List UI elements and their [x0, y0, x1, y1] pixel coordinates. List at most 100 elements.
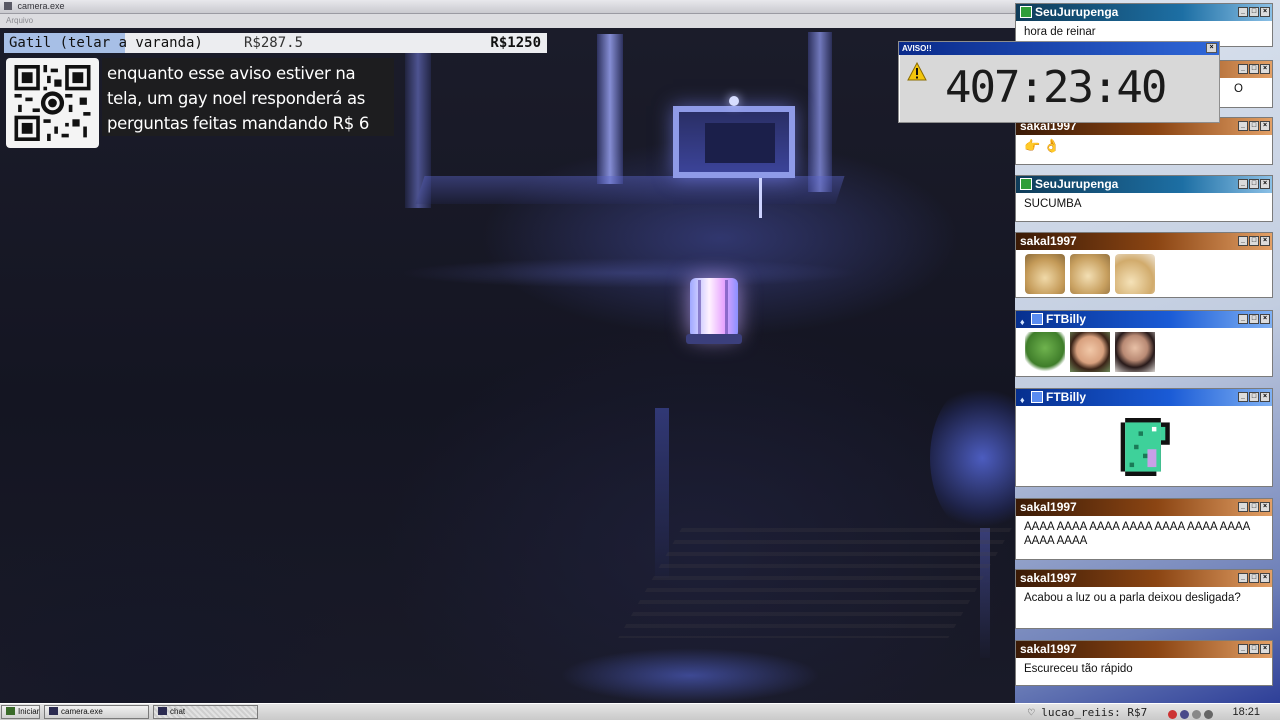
chat-titlebar[interactable]: sakal1997 _ □ ×	[1016, 233, 1272, 250]
stream-title: Gatil (telar a varanda)	[9, 35, 203, 51]
maximize-icon[interactable]: □	[1249, 314, 1259, 324]
maximize-icon[interactable]: □	[1249, 179, 1259, 189]
minimize-icon[interactable]: _	[1238, 64, 1248, 74]
maximize-icon[interactable]: □	[1249, 392, 1259, 402]
maximize-icon[interactable]: □	[1249, 502, 1259, 512]
task-chat[interactable]: chat	[153, 705, 258, 719]
volume-icon[interactable]	[1192, 710, 1201, 719]
start-button[interactable]: Iniciar	[1, 705, 40, 719]
shield-icon[interactable]	[1168, 710, 1177, 719]
chat-titlebar[interactable]: SeuJurupenga _ □ ×	[1016, 176, 1272, 193]
maximize-icon[interactable]: □	[1249, 121, 1259, 131]
feed-floor-planks	[618, 528, 1012, 638]
aviso-titlebar[interactable]: AVISO!! ×	[899, 42, 1219, 55]
feed-balcony-ledge	[415, 176, 845, 204]
notice-line: enquanto esse aviso estiver na	[107, 64, 356, 83]
notice-line: tela, um gay noel responderá as	[107, 89, 366, 108]
chat-app-icon	[158, 707, 167, 715]
camera-app-icon	[4, 2, 12, 10]
close-icon[interactable]: ×	[1260, 64, 1270, 74]
camera-window-titlebar[interactable]: camera.exe	[0, 0, 1015, 14]
minimize-icon[interactable]: _	[1238, 644, 1248, 654]
taskbar: Iniciar camera.exe chat ♡ lucao_reiis: R…	[0, 703, 1280, 720]
minimize-icon[interactable]: _	[1238, 392, 1248, 402]
close-icon[interactable]: ×	[1260, 179, 1270, 189]
minimize-icon[interactable]: _	[1238, 179, 1248, 189]
chat-titlebar[interactable]: sakal1997 _ □ ×	[1016, 499, 1272, 516]
maximize-icon[interactable]: □	[1249, 644, 1259, 654]
pepe-emote	[1025, 332, 1065, 372]
feed-pillar-right	[808, 32, 832, 192]
task-label: chat	[170, 707, 186, 716]
chat-message: ♦ FTBilly _ □ ×	[1015, 388, 1273, 487]
qr-code-icon	[14, 65, 91, 141]
chat-emotes	[1016, 250, 1272, 298]
chat-emotes	[1016, 406, 1272, 486]
crown-icon	[1031, 313, 1043, 325]
minimize-icon[interactable]: _	[1238, 236, 1248, 246]
minimize-icon[interactable]: _	[1238, 502, 1248, 512]
chat-message: sakal1997 _ □ ×	[1015, 232, 1273, 298]
close-icon[interactable]: ×	[1260, 392, 1270, 402]
close-icon[interactable]: ×	[1260, 7, 1270, 17]
chat-titlebar[interactable]: sakal1997 _ □ ×	[1016, 570, 1272, 587]
close-icon[interactable]: ×	[1260, 644, 1270, 654]
aviso-dialog: AVISO!! × 407:23:40	[898, 41, 1220, 123]
chat-username: SeuJurupenga	[1035, 177, 1119, 191]
close-icon[interactable]: ×	[1260, 502, 1270, 512]
close-icon[interactable]: ×	[1260, 573, 1270, 583]
feed-blue-glow	[930, 383, 1015, 533]
close-icon[interactable]: ×	[1260, 121, 1270, 131]
pencil-icon	[1020, 178, 1032, 190]
feed-lamp-stripe	[698, 280, 701, 336]
water-drop-icon: ♦	[1020, 317, 1025, 327]
notice-line: perguntas feitas mandando R$ 6	[107, 114, 370, 133]
chat-username: FTBilly	[1046, 312, 1087, 326]
maximize-icon[interactable]: □	[1249, 236, 1259, 246]
minimize-icon[interactable]: _	[1238, 573, 1248, 583]
close-icon[interactable]: ×	[1260, 314, 1270, 324]
chat-titlebar[interactable]: sakal1997 _ □ ×	[1016, 641, 1272, 658]
minimize-icon[interactable]: _	[1238, 121, 1248, 131]
feed-floor-glow	[400, 258, 860, 288]
chat-message: ♦ FTBilly _ □ ×	[1015, 310, 1273, 377]
camera-menubar: Arquivo	[0, 14, 1015, 28]
chat-emotes	[1016, 328, 1272, 376]
pixel-dinosaur-emote	[1120, 418, 1170, 476]
chat-message: sakal1997 _ □ × Acabou a luz ou a parla de…	[1015, 569, 1273, 629]
clock[interactable]: 18:21	[1232, 704, 1260, 720]
task-camera[interactable]: camera.exe	[44, 705, 149, 719]
chat-username: sakal1997	[1020, 234, 1077, 248]
feed-lamp-base	[686, 334, 742, 344]
notice-banner: enquanto esse aviso estiver na tela, um …	[102, 58, 394, 136]
donation-goal: R$1250	[490, 35, 541, 51]
tray-last-donation: ♡ lucao_reiis: R$7	[1028, 706, 1148, 719]
network-icon[interactable]	[1180, 710, 1189, 719]
minimize-icon[interactable]: _	[1238, 314, 1248, 324]
close-icon[interactable]: ×	[1260, 236, 1270, 246]
maximize-icon[interactable]: □	[1249, 7, 1259, 17]
minimize-icon[interactable]: _	[1238, 7, 1248, 17]
menu-arquivo[interactable]: Arquivo	[6, 16, 33, 25]
chat-text: Escureceu tão rápido	[1024, 663, 1133, 675]
chat-text: Acabou a luz ou a parla deixou desligada…	[1024, 592, 1241, 604]
chat-username: FTBilly	[1046, 390, 1087, 404]
feed-bottom-glow	[560, 648, 820, 703]
pencil-icon	[1020, 6, 1032, 18]
feed-ceiling-light	[729, 96, 739, 106]
maximize-icon[interactable]: □	[1249, 573, 1259, 583]
chat-text: SUCUMBA	[1024, 198, 1082, 210]
chat-titlebar[interactable]: SeuJurupenga _ □ ×	[1016, 4, 1272, 21]
camera-window-title: camera.exe	[17, 1, 65, 11]
settings-icon[interactable]	[1204, 710, 1213, 719]
close-icon[interactable]: ×	[1206, 43, 1217, 53]
chat-username: SeuJurupenga	[1035, 5, 1119, 19]
feed-lamp-wire	[759, 178, 762, 218]
camera-app-icon	[49, 707, 58, 715]
maximize-icon[interactable]: □	[1249, 64, 1259, 74]
doge-emote	[1070, 254, 1111, 294]
chat-titlebar[interactable]: ♦ FTBilly _ □ ×	[1016, 389, 1272, 406]
tray-icons	[1168, 707, 1216, 719]
chat-titlebar[interactable]: ♦ FTBilly _ □ ×	[1016, 311, 1272, 328]
stream-info-bar: Gatil (telar a varanda) R$287.5 R$1250	[4, 33, 547, 53]
